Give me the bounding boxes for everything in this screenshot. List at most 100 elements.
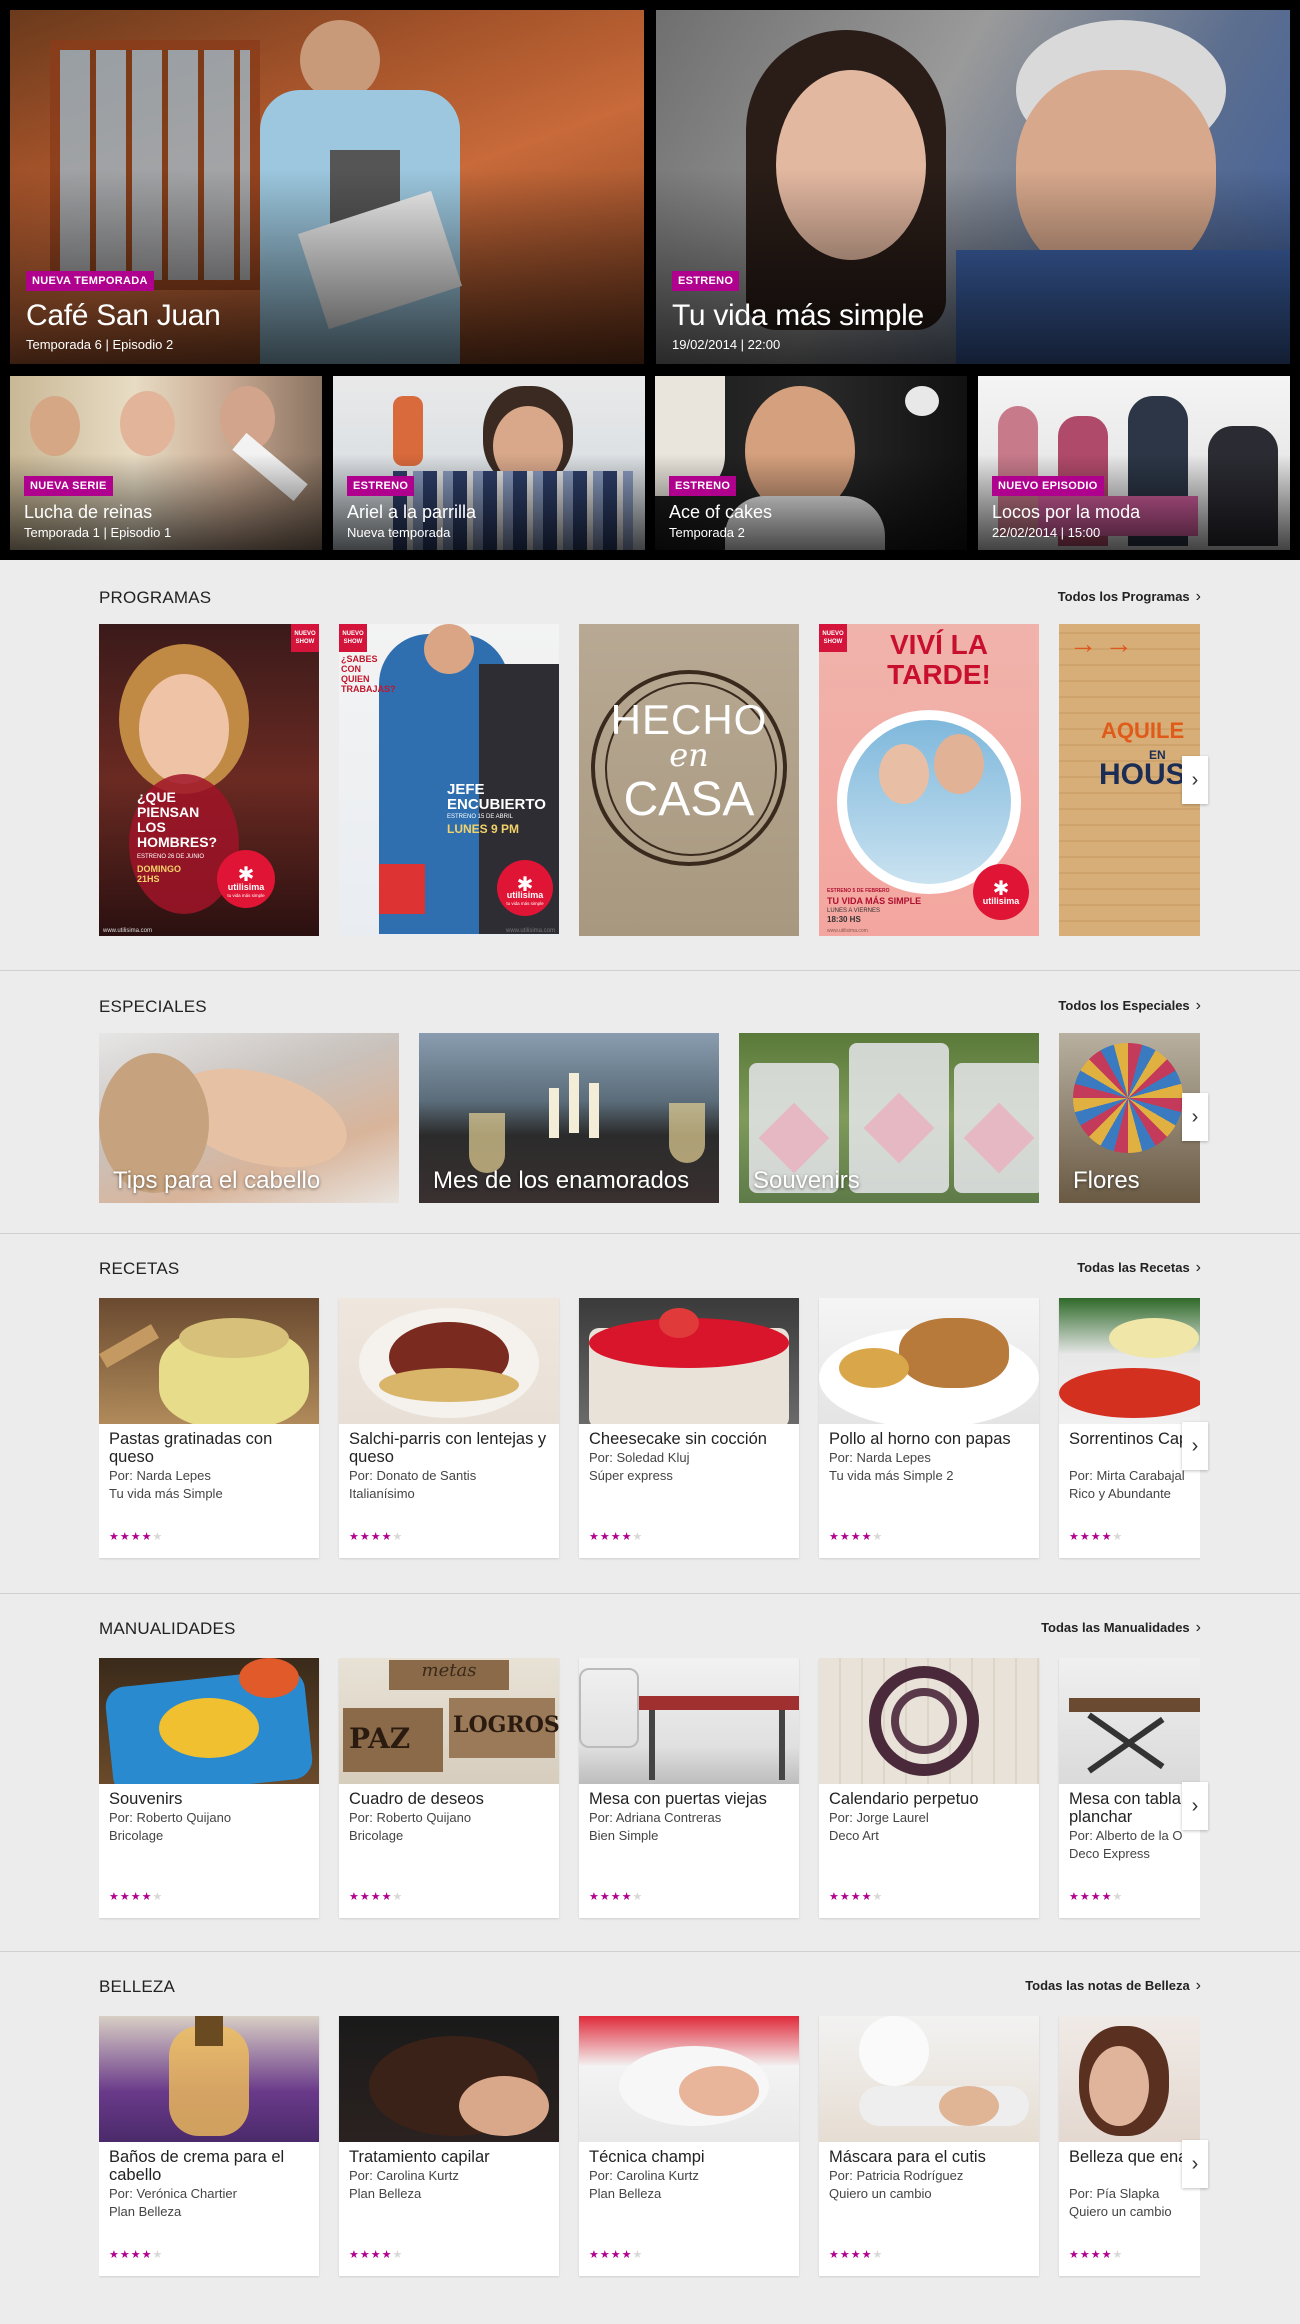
beauty-image (339, 2016, 559, 2142)
featured-tile-tu-vida-mas-simple[interactable]: ESTRENO Tu vida más simple 19/02/2014 | … (656, 10, 1290, 364)
beauty-image (99, 2016, 319, 2142)
poster-headline: VIVÍ LA TARDE! (887, 629, 991, 690)
tile-title: Lucha de reinas (24, 502, 153, 522)
especial-card[interactable]: Tips para el cabello (99, 1033, 399, 1203)
carousel-next-button[interactable]: › (1182, 756, 1208, 804)
craft-card[interactable]: Mesa con puertas viejas Por: Adriana Con… (579, 1658, 799, 1918)
especial-card[interactable]: Souvenirs (739, 1033, 1039, 1203)
program-poster[interactable]: NUEVO SHOW ¿QUE PIENSAN LOS HOMBRES? EST… (99, 624, 319, 936)
recipe-card[interactable]: Salchi-parris con lentejas y queso Por: … (339, 1298, 559, 1558)
carousel-next-button[interactable]: › (1182, 2140, 1208, 2188)
recipe-card[interactable]: Pollo al horno con papas Por: Narda Lepe… (819, 1298, 1039, 1558)
see-all-belleza-link[interactable]: Todas las notas de Belleza › (1025, 1977, 1201, 1994)
program-poster[interactable]: NUEVO SHOW ¿SABES CON QUIEN TRABAJAS? JE… (339, 624, 559, 936)
beauty-author: Por: Patricia Rodríguez (829, 2168, 964, 2183)
badge: NUEVO SHOW (339, 624, 367, 652)
see-all-especiales-link[interactable]: Todos los Especiales › (1058, 998, 1201, 1014)
recipe-author: Por: Narda Lepes (829, 1450, 931, 1465)
recipe-title: Pollo al horno con papas (829, 1430, 1011, 1448)
section-belleza: BELLEZA Todas las notas de Belleza › Baño… (0, 1951, 1300, 2324)
programas-carousel: NUEVO SHOW ¿QUE PIENSAN LOS HOMBRES? EST… (99, 624, 1200, 936)
badge: ESTRENO (672, 271, 740, 291)
badge: ESTRENO (347, 476, 415, 496)
chevron-right-icon: › (1195, 1619, 1201, 1636)
see-all-programas-link[interactable]: Todos los Programas › (1058, 589, 1201, 605)
especial-label: Mes de los enamorados (433, 1167, 690, 1194)
carousel-next-button[interactable]: › (1182, 1093, 1208, 1141)
craft-card[interactable]: Calendario perpetuo Por: Jorge Laurel Dec… (819, 1658, 1039, 1918)
utilisima-logo (973, 864, 1029, 920)
program-poster[interactable]: NUEVO SHOW VIVÍ LA TARDE! ESTRENO 5 DE F… (819, 624, 1039, 936)
beauty-title: Belleza que enamora (1069, 2148, 1200, 2166)
tile-ace-of-cakes[interactable]: ESTRENO Ace of cakes Temporada 2 (655, 376, 967, 550)
tile-title: Ariel a la parrilla (347, 502, 477, 522)
craft-image: metas PAZ LOGROS (339, 1658, 559, 1784)
badge: NUEVA SERIE (24, 476, 113, 496)
beauty-card[interactable]: Baños de crema para el cabello Por: Veró… (99, 2016, 319, 2276)
beauty-card[interactable]: Máscara para el cutis Por: Patricia Rodr… (819, 2016, 1039, 2276)
beauty-title: Tratamiento capilar (349, 2148, 490, 2166)
featured-tile-cafe-san-juan[interactable]: NUEVA TEMPORADA Café San Juan Temporada … (10, 10, 644, 364)
carousel-next-button[interactable]: › (1182, 1422, 1208, 1470)
section-title: ESPECIALES (99, 997, 207, 1016)
beauty-image (819, 2016, 1039, 2142)
rating-stars: ★★★★★ (349, 1531, 404, 1543)
tile-subtitle: Nueva temporada (347, 525, 451, 540)
tile-ariel-a-la-parrilla[interactable]: ESTRENO Ariel a la parrilla Nueva tempor… (333, 376, 645, 550)
recipe-card[interactable]: Sorrentinos Capresse Por: Mirta Carabaja… (1059, 1298, 1200, 1558)
especial-label: Tips para el cabello (113, 1167, 321, 1194)
section-title: MANUALIDADES (99, 1619, 236, 1638)
beauty-author: Por: Carolina Kurtz (349, 2168, 459, 2183)
program-poster[interactable]: HECHO en CASA (579, 624, 799, 936)
craft-card[interactable]: Mesa con tabla de planchar Por: Alberto … (1059, 1658, 1200, 1918)
recipe-show: Tu vida más Simple (109, 1486, 223, 1501)
tile-locos-por-la-moda[interactable]: NUEVO EPISODIO Locos por la moda 22/02/2… (978, 376, 1290, 550)
craft-image (99, 1658, 319, 1784)
section-manualidades: MANUALIDADES Todas las Manualidades › Sou… (0, 1593, 1300, 1951)
beauty-card[interactable]: Tratamiento capilar Por: Carolina Kurtz P… (339, 2016, 559, 2276)
chevron-right-icon: › (1191, 2152, 1199, 2175)
recipe-author: Por: Soledad Kluj (589, 1450, 690, 1465)
chevron-right-icon: › (1191, 1434, 1199, 1457)
beauty-show: Quiero un cambio (1069, 2204, 1172, 2219)
chevron-right-icon: › (1195, 1977, 1201, 1994)
tile-subtitle: 22/02/2014 | 15:00 (992, 525, 1101, 540)
featured-title: Tu vida más simple (672, 299, 924, 332)
tile-lucha-de-reinas[interactable]: NUEVA SERIE Lucha de reinas Temporada 1 … (10, 376, 322, 550)
beauty-show: Plan Belleza (349, 2186, 422, 2201)
craft-title: Calendario perpetuo (829, 1790, 979, 1808)
especiales-carousel: Tips para el cabello Mes de los enamorad… (99, 1033, 1200, 1203)
beauty-show: Plan Belleza (109, 2204, 182, 2219)
craft-image (1059, 1658, 1200, 1784)
featured-subtitle: Temporada 6 | Episodio 2 (26, 337, 174, 352)
beauty-card[interactable]: Belleza que enamora Por: Pía Slapka Quier… (1059, 2016, 1200, 2276)
rating-stars: ★★★★★ (109, 2249, 164, 2261)
especial-label: Flores (1073, 1167, 1140, 1194)
craft-image (579, 1658, 799, 1784)
rating-stars: ★★★★★ (589, 2249, 644, 2261)
belleza-carousel: Baños de crema para el cabello Por: Veró… (99, 2016, 1200, 2280)
rating-stars: ★★★★★ (589, 1531, 644, 1543)
recipe-card[interactable]: Cheesecake sin cocción Por: Soledad Kluj… (579, 1298, 799, 1558)
especial-card[interactable]: Mes de los enamorados (419, 1033, 719, 1203)
see-all-recetas-link[interactable]: Todas las Recetas › (1077, 1260, 1201, 1276)
beauty-image (1059, 2016, 1200, 2142)
craft-card[interactable]: metas PAZ LOGROS Cuadro de deseos Por: R… (339, 1658, 559, 1918)
beauty-title: Máscara para el cutis (829, 2148, 986, 2166)
tile-title: Ace of cakes (669, 502, 773, 522)
craft-card[interactable]: Souvenirs Por: Roberto Quijano Bricolage … (99, 1658, 319, 1918)
recipe-card[interactable]: Pastas gratinadas con queso Por: Narda L… (99, 1298, 319, 1558)
rating-stars: ★★★★★ (829, 1531, 884, 1543)
beauty-card[interactable]: Técnica champi Por: Carolina Kurtz Plan B… (579, 2016, 799, 2276)
beauty-show: Plan Belleza (589, 2186, 662, 2201)
especial-card[interactable]: Flores (1059, 1033, 1200, 1203)
carousel-next-button[interactable]: › (1182, 1782, 1208, 1830)
chevron-right-icon: › (1191, 1105, 1199, 1128)
beauty-author: Por: Pía Slapka (1069, 2186, 1160, 2201)
featured-title: Café San Juan (26, 299, 221, 332)
hero-banner: NUEVA TEMPORADA Café San Juan Temporada … (0, 0, 1300, 560)
craft-author: Por: Adriana Contreras (589, 1810, 722, 1825)
program-poster[interactable]: → → AQUILE EN HOUS (1059, 624, 1200, 936)
tile-subtitle: Temporada 2 (669, 525, 745, 540)
see-all-manualidades-link[interactable]: Todas las Manualidades › (1041, 1619, 1201, 1636)
